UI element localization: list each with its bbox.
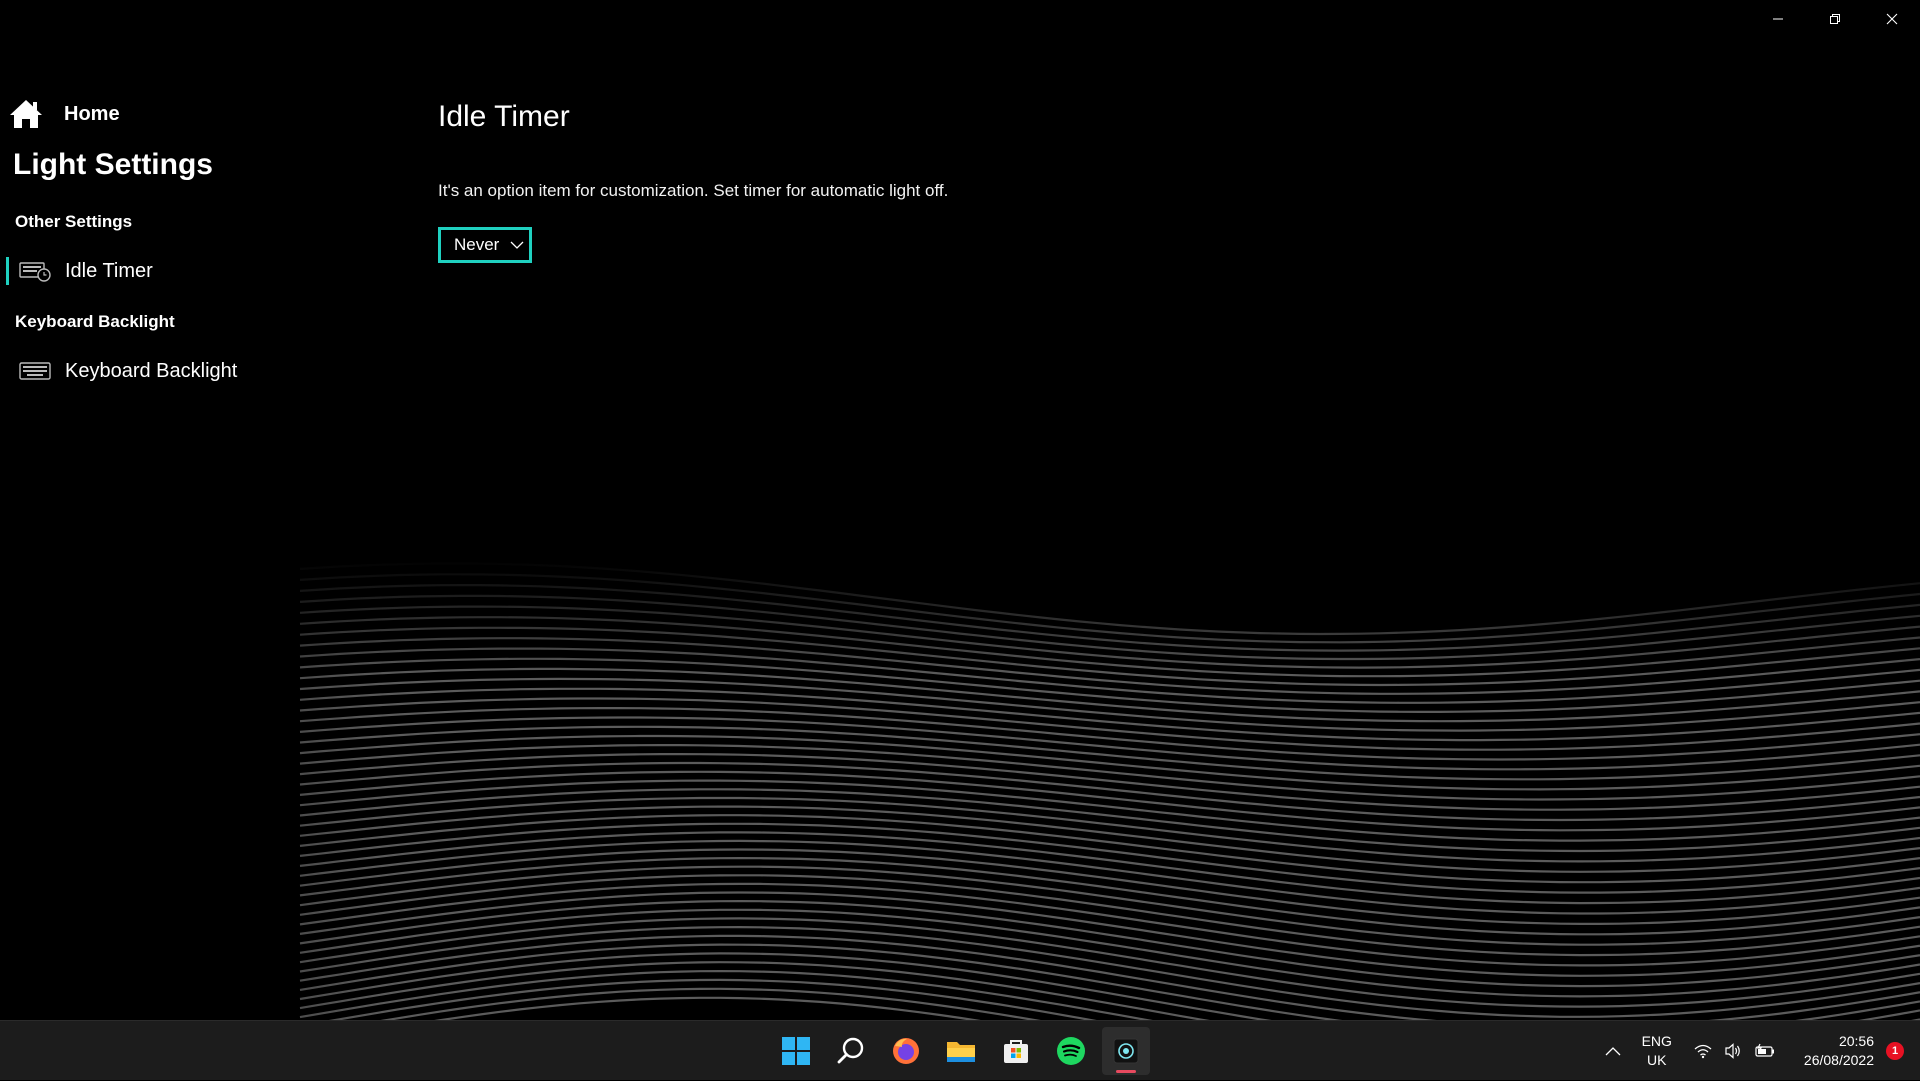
language-indicator[interactable]: ENG UK [1642,1032,1672,1070]
lighting-app-icon [1113,1038,1139,1064]
battery-icon [1755,1043,1774,1057]
taskbar: ENG UK 20:56 26/08/2022 1 [0,1020,1920,1080]
quick-settings[interactable] [1694,1043,1776,1059]
spotify-button[interactable] [1047,1027,1095,1075]
language-code: ENG [1641,1033,1672,1049]
taskbar-apps [772,1027,1150,1075]
active-indicator [6,257,9,285]
app-window: Home Light Settings Other Settings Idle … [0,0,1920,1020]
volume-icon [1725,1043,1740,1059]
microsoft-store-icon [1004,1040,1028,1063]
minimize-button[interactable] [1749,0,1806,38]
close-button[interactable] [1863,0,1920,38]
chevron-down-icon [510,241,524,249]
dropdown-value: Never [454,235,500,254]
clock-date: 26/08/2022 [1803,1052,1874,1068]
spotify-icon [1057,1037,1085,1065]
wave-background [0,560,1920,1020]
system-tray: ENG UK 20:56 26/08/2022 1 [1598,1021,1920,1081]
show-hidden-icons-button[interactable] [1598,1021,1628,1081]
store-button[interactable] [992,1027,1040,1075]
inactive-indicator [6,357,9,385]
file-explorer-icon [947,1042,975,1062]
sidebar-item-label: Keyboard Backlight [65,359,238,382]
home-link[interactable]: Home [8,98,120,130]
clock[interactable]: 20:56 26/08/2022 [1804,1032,1874,1070]
file-explorer-button[interactable] [937,1027,985,1075]
idle-timer-dropdown[interactable]: Never [438,227,532,263]
keyboard-icon [19,362,51,380]
notification-badge[interactable]: 1 [1886,1042,1904,1060]
search-button[interactable] [827,1027,875,1075]
search-icon [837,1037,864,1064]
home-label: Home [64,102,120,125]
wifi-icon [1694,1044,1712,1059]
chevron-up-icon [1605,1047,1621,1056]
home-icon [10,100,42,128]
start-button[interactable] [772,1027,820,1075]
content-title: Idle Timer [438,100,570,133]
sidebar-item-keyboard-backlight[interactable]: Keyboard Backlight [6,353,306,389]
firefox-icon [893,1038,919,1064]
language-region: UK [1647,1052,1667,1068]
minimize-icon [1772,18,1783,20]
window-controls [1749,0,1920,38]
sidebar-item-idle-timer[interactable]: Idle Timer [6,253,306,289]
close-icon [1886,13,1897,25]
lighting-app-button[interactable] [1102,1027,1150,1075]
page-title: Light Settings [13,148,213,181]
sidebar-item-label: Idle Timer [65,259,153,282]
restore-button[interactable] [1806,0,1863,38]
firefox-button[interactable] [882,1027,930,1075]
clock-time: 20:56 [1838,1033,1874,1049]
windows-start-icon [782,1037,810,1065]
idle-timer-icon [19,262,51,282]
section-heading-keyboard-backlight: Keyboard Backlight [15,312,175,331]
content-description: It's an option item for customization. S… [438,181,949,200]
restore-icon [1829,14,1840,24]
section-heading-other-settings: Other Settings [15,212,133,231]
